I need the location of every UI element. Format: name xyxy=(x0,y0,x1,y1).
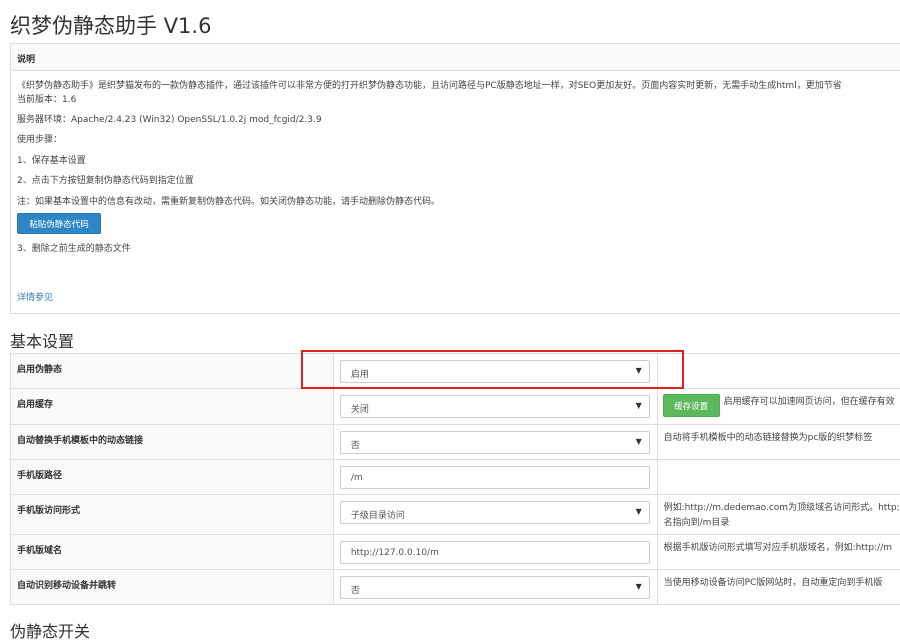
basic-settings-title: 基本设置 xyxy=(10,328,74,352)
auto-redirect-select[interactable]: 否 ▼ xyxy=(340,576,650,599)
mobile-path-input[interactable]: /m xyxy=(340,466,650,489)
caret-down-icon: ▼ xyxy=(636,507,642,516)
table-row: 启用缓存 关闭 ▼ 缓存设置 启用缓存可以加速网页访问，但在缓存有效 xyxy=(11,389,900,425)
info-panel: 说明 《织梦伪静态助手》是织梦猫发布的一款伪静态插件，通过该插件可以非常方便的打… xyxy=(10,43,900,314)
table-row: 手机版访问形式 子级目录访问 ▼ 例如:http://m.dedemao.com… xyxy=(11,495,900,535)
page-title: 织梦伪静态助手 V1.6 xyxy=(10,10,211,40)
access-mode-help-line1: 例如:http://m.dedemao.com为顶级域名访问形式。http:// xyxy=(664,501,900,516)
select-value: 否 xyxy=(351,441,360,451)
row-label: 手机版域名 xyxy=(11,535,334,570)
mobile-access-mode-select[interactable]: 子级目录访问 ▼ xyxy=(340,501,650,524)
caret-down-icon: ▼ xyxy=(636,401,642,410)
highlight-box xyxy=(301,350,684,389)
row-label: 手机版路径 xyxy=(11,460,334,495)
cache-settings-button[interactable]: 缓存设置 xyxy=(663,394,720,417)
mobile-domain-input[interactable]: http://127.0.0.10/m xyxy=(340,541,650,564)
step-2: 2、点击下方按钮复制伪静态代码到指定位置 xyxy=(17,173,194,186)
row-label: 启用缓存 xyxy=(11,389,334,425)
rewrite-switch-title: 伪静态开关 xyxy=(10,618,90,642)
intro-text: 《织梦伪静态助手》是织梦猫发布的一款伪静态插件，通过该插件可以非常方便的打开织梦… xyxy=(17,78,842,91)
select-value: 否 xyxy=(351,586,360,596)
cache-help-text: 启用缓存可以加速网页访问，但在缓存有效 xyxy=(724,395,895,410)
select-value: 子级目录访问 xyxy=(351,511,405,521)
server-env-text: 服务器环境：Apache/2.4.23 (Win32) OpenSSL/1.0.… xyxy=(17,112,322,125)
settings-table: 启用伪静态 启用 ▼ 启用缓存 关闭 ▼ 缓存设置 启用缓存可以加速网页访问，但… xyxy=(10,353,900,605)
info-panel-header: 说明 xyxy=(11,44,900,71)
auto-redirect-help-text: 当使用移动设备访问PC版网站时，自动重定向到手机版 xyxy=(664,576,883,591)
steps-label: 使用步骤： xyxy=(17,132,62,145)
select-value: 关闭 xyxy=(351,405,369,415)
table-row: 手机版路径 /m xyxy=(11,460,900,495)
caret-down-icon: ▼ xyxy=(636,437,642,446)
auto-replace-links-select[interactable]: 否 ▼ xyxy=(340,431,650,454)
more-info-link[interactable]: 详情参见 xyxy=(17,290,53,303)
table-row: 自动替换手机模板中的动态链接 否 ▼ 自动将手机模板中的动态链接替换为pc版的织… xyxy=(11,425,900,460)
auto-replace-help-text: 自动将手机模板中的动态链接替换为pc版的织梦标签 xyxy=(664,431,873,446)
note-text: 注：如果基本设置中的信息有改动，需重新复制伪静态代码。如关闭伪静态功能，请手动删… xyxy=(17,194,440,207)
step-1: 1、保存基本设置 xyxy=(17,153,86,166)
paste-code-button[interactable]: 粘贴伪静态代码 xyxy=(17,213,101,234)
access-mode-help-text: 例如:http://m.dedemao.com为顶级域名访问形式。http://… xyxy=(664,501,900,531)
row-label: 自动识别移动设备并跳转 xyxy=(11,570,334,605)
step-3: 3、删除之前生成的静态文件 xyxy=(17,241,131,254)
table-row: 手机版域名 http://127.0.0.10/m 根据手机版访问形式填写对应手… xyxy=(11,535,900,570)
cache-enable-select[interactable]: 关闭 ▼ xyxy=(340,395,650,418)
version-text: 当前版本：1.6 xyxy=(17,92,76,105)
mobile-domain-help-text: 根据手机版访问形式填写对应手机版域名，例如:http://m xyxy=(664,541,892,556)
row-label: 手机版访问形式 xyxy=(11,495,334,535)
caret-down-icon: ▼ xyxy=(636,582,642,591)
table-row: 自动识别移动设备并跳转 否 ▼ 当使用移动设备访问PC版网站时，自动重定向到手机… xyxy=(11,570,900,605)
access-mode-help-line2: 名指向到/m目录 xyxy=(664,516,900,531)
row-label: 自动替换手机模板中的动态链接 xyxy=(11,425,334,460)
row-label: 启用伪静态 xyxy=(11,354,334,389)
